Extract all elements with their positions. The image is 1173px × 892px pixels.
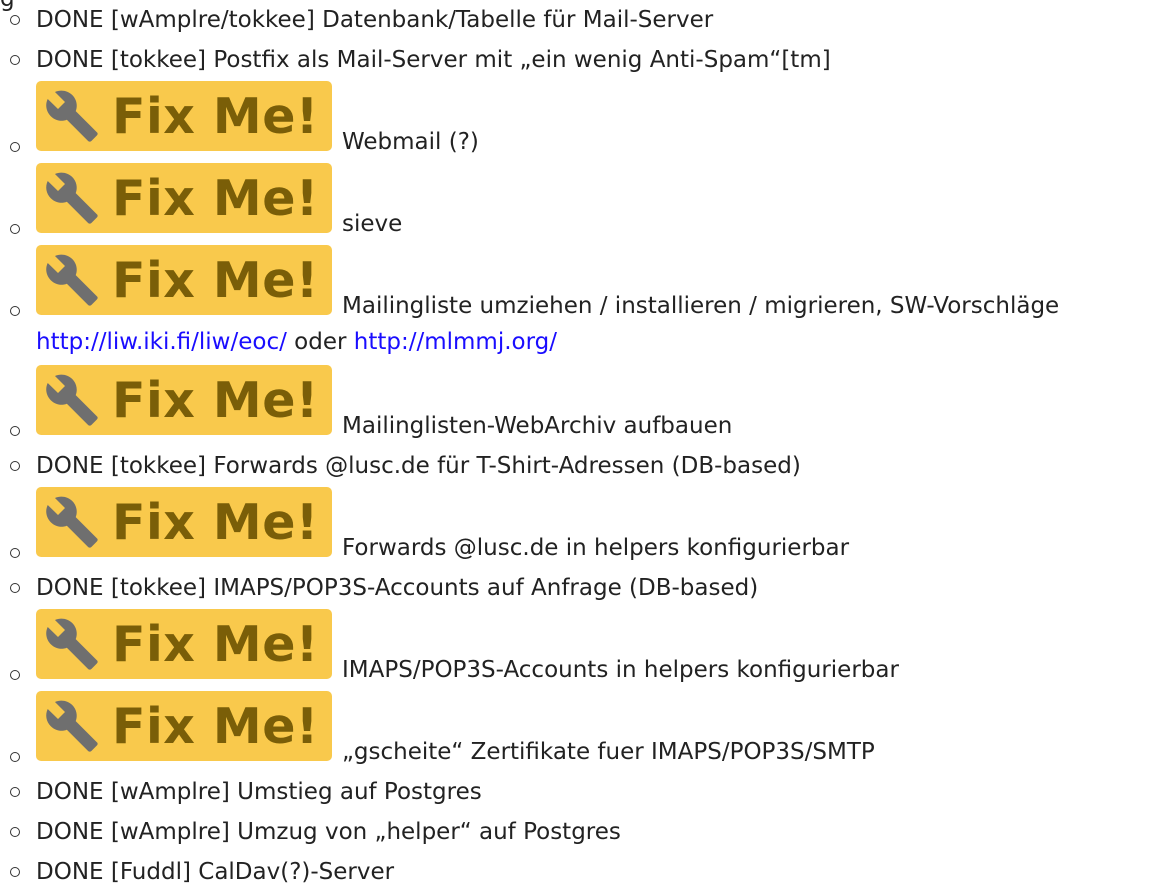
item-text: Mailingliste umziehen / installieren / m… — [342, 293, 1060, 319]
bullet-icon — [10, 15, 20, 25]
wrench-icon — [46, 496, 98, 548]
bullet-icon — [10, 548, 20, 558]
fixme-badge: Fix Me! — [36, 163, 332, 233]
item-text: DONE [Fuddl] CalDav(?)-Server — [36, 859, 395, 885]
link-line: http://liw.iki.fi/liw/eoc/ oder http://m… — [36, 328, 557, 356]
list-item: Fix Me! „gscheite“ Zertifikate fuer IMAP… — [0, 690, 1173, 772]
list-item: Fix Me! Webmail (?) — [0, 80, 1173, 162]
list-item: Fix Me! Forwards @lusc.de in helpers kon… — [0, 486, 1173, 568]
fixme-label: Fix Me! — [112, 493, 319, 551]
item-text: IMAPS/POP3S-Accounts in helpers konfigur… — [342, 657, 899, 683]
bullet-icon — [10, 752, 20, 762]
mlmmj-link[interactable]: http://mlmmj.org/ — [354, 329, 557, 355]
bullet-icon — [10, 306, 20, 316]
item-text: sieve — [342, 211, 403, 237]
bullet-icon — [10, 787, 20, 797]
list-item: Fix Me! Mailinglisten-WebArchiv aufbauen — [0, 364, 1173, 446]
list-item: Fix Me! IMAPS/POP3S-Accounts in helpers … — [0, 608, 1173, 690]
fixme-label: Fix Me! — [112, 251, 319, 309]
link-separator: oder — [286, 329, 354, 355]
list-item: DONE [tokkee] IMAPS/POP3S-Accounts auf A… — [0, 568, 1173, 608]
fixme-label: Fix Me! — [112, 371, 319, 429]
wrench-icon — [46, 172, 98, 224]
fixme-badge: Fix Me! — [36, 81, 332, 151]
fixme-label: Fix Me! — [112, 169, 319, 227]
item-text: DONE [tokkee] IMAPS/POP3S-Accounts auf A… — [36, 575, 759, 601]
todo-list: DONE [wAmplre/tokkee] Datenbank/Tabelle … — [0, 0, 1173, 892]
item-text: DONE [tokkee] Forwards @lusc.de für T-Sh… — [36, 453, 801, 479]
fixme-badge: Fix Me! — [36, 365, 332, 435]
list-item: DONE [Fuddl] CalDav(?)-Server — [0, 852, 1173, 892]
fixme-badge: Fix Me! — [36, 609, 332, 679]
fixme-label: Fix Me! — [112, 87, 319, 145]
list-item: DONE [wAmplre] Umzug von „helper“ auf Po… — [0, 812, 1173, 852]
fixme-label: Fix Me! — [112, 615, 319, 673]
item-text: Forwards @lusc.de in helpers konfigurier… — [342, 535, 850, 561]
item-text: „gscheite“ Zertifikate fuer IMAPS/POP3S/… — [342, 739, 875, 765]
list-item: DONE [wAmplre] Umstieg auf Postgres — [0, 772, 1173, 812]
fixme-badge: Fix Me! — [36, 245, 332, 315]
wrench-icon — [46, 700, 98, 752]
list-item: DONE [tokkee] Forwards @lusc.de für T-Sh… — [0, 446, 1173, 486]
item-text: DONE [wAmplre] Umstieg auf Postgres — [36, 779, 482, 805]
item-text: Webmail (?) — [342, 129, 479, 155]
wrench-icon — [46, 254, 98, 306]
bullet-icon — [10, 583, 20, 593]
bullet-icon — [10, 55, 20, 65]
wrench-icon — [46, 618, 98, 670]
bullet-icon — [10, 142, 20, 152]
bullet-icon — [10, 670, 20, 680]
item-text: DONE [wAmplre/tokkee] Datenbank/Tabelle … — [36, 7, 714, 33]
bullet-icon — [10, 827, 20, 837]
list-item: Fix Me! sieve — [0, 162, 1173, 244]
item-text: Mailinglisten-WebArchiv aufbauen — [342, 413, 733, 439]
item-text: DONE [tokkee] Postfix als Mail-Server mi… — [36, 47, 831, 73]
bullet-icon — [10, 867, 20, 877]
bullet-icon — [10, 224, 20, 234]
wrench-icon — [46, 90, 98, 142]
list-item: DONE [tokkee] Postfix als Mail-Server mi… — [0, 40, 1173, 80]
fixme-badge: Fix Me! — [36, 691, 332, 761]
eoc-link[interactable]: http://liw.iki.fi/liw/eoc/ — [36, 329, 287, 355]
fixme-label: Fix Me! — [112, 697, 319, 755]
item-text: DONE [wAmplre] Umzug von „helper“ auf Po… — [36, 819, 621, 845]
fixme-badge: Fix Me! — [36, 487, 332, 557]
list-item: Fix Me! Mailingliste umziehen / installi… — [0, 244, 1173, 364]
bullet-icon — [10, 461, 20, 471]
bullet-icon — [10, 426, 20, 436]
wrench-icon — [46, 374, 98, 426]
list-item: DONE [wAmplre/tokkee] Datenbank/Tabelle … — [0, 0, 1173, 40]
